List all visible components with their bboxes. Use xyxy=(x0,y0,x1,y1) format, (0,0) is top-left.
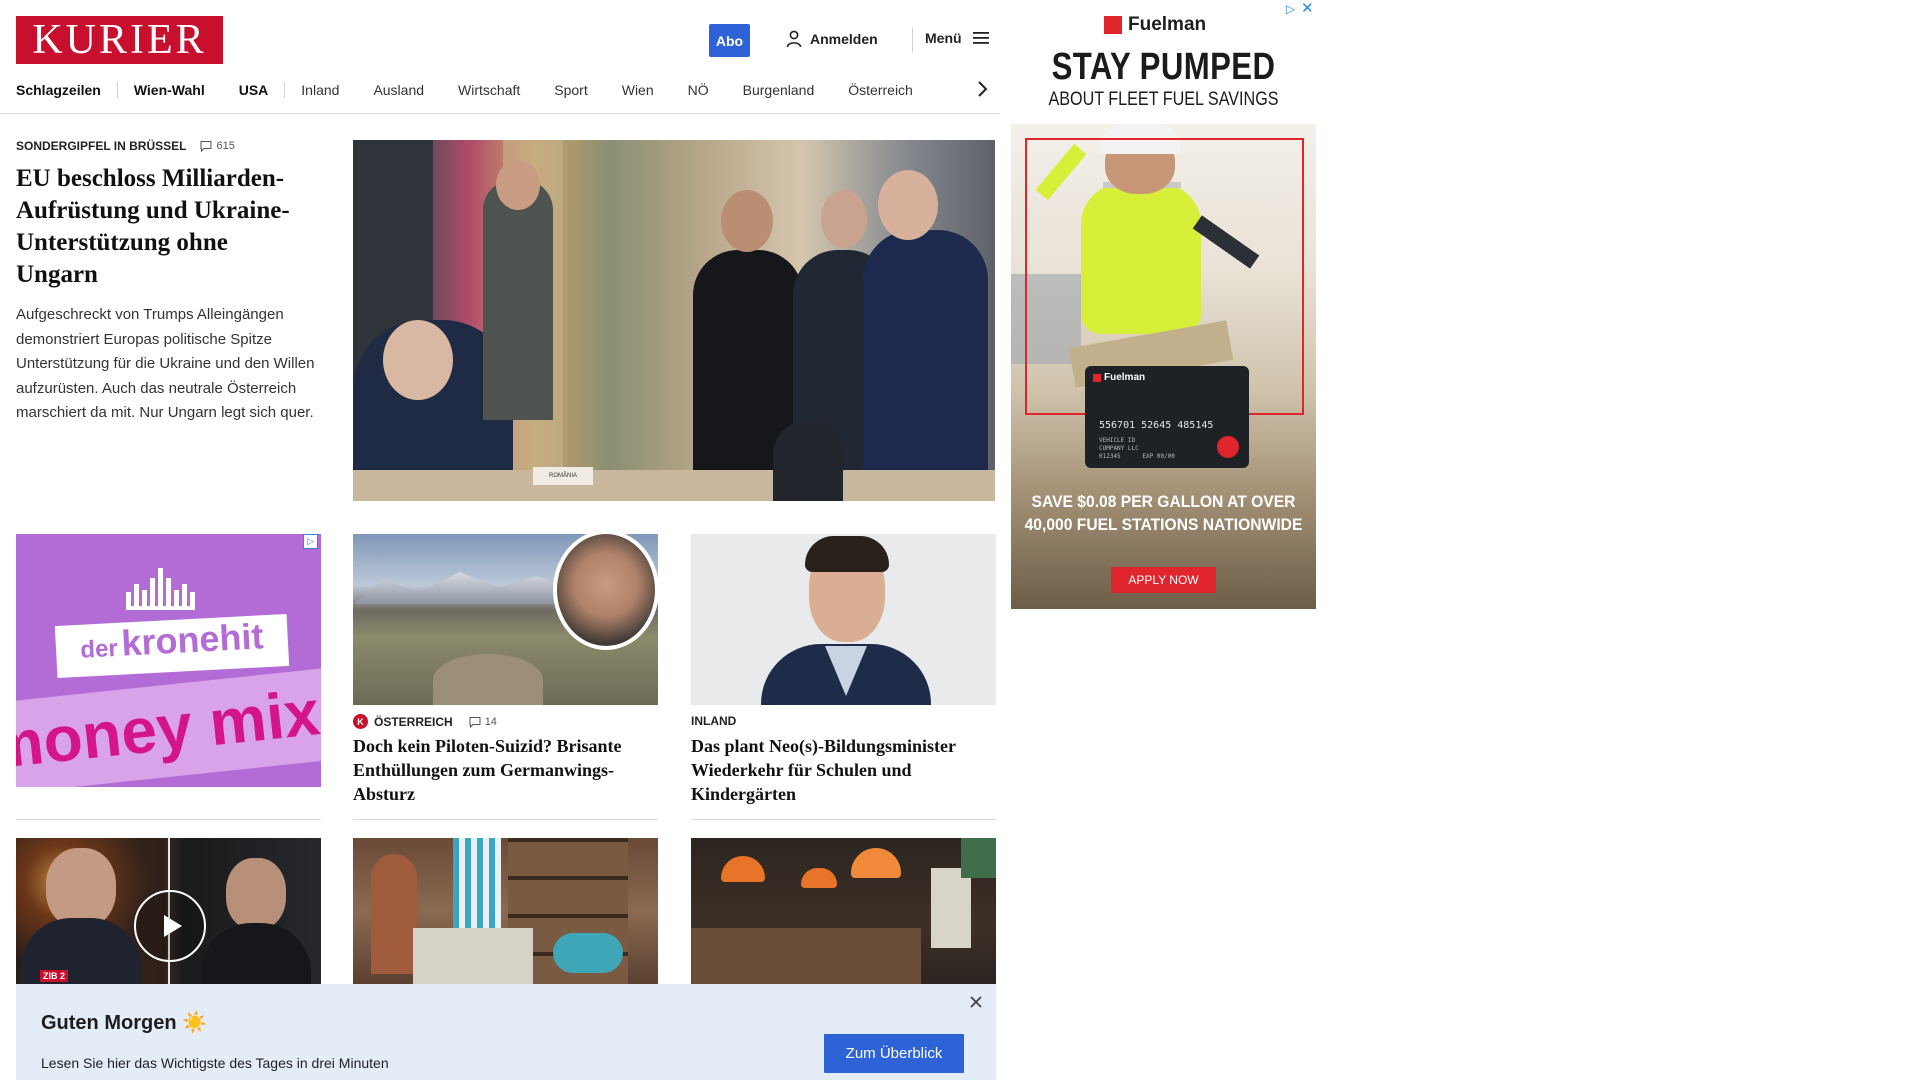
lead-kicker: Sondergipfel in Brüssel xyxy=(16,139,187,153)
nav-item-noe[interactable]: NÖ xyxy=(688,82,709,98)
card-divider xyxy=(353,819,658,820)
close-ad-icon[interactable]: ✕ xyxy=(1301,0,1314,17)
card-germanwings-kicker-row: K Österreich 14 xyxy=(353,714,497,729)
nav-item-oesterreich[interactable]: Österreich xyxy=(848,82,913,98)
banner-title: Guten Morgen ☀️ xyxy=(41,1012,208,1034)
lead-comment-count[interactable]: 615 xyxy=(200,140,235,152)
header-divider xyxy=(912,28,913,52)
fuelman-apply-button[interactable]: APPLY NOW xyxy=(1111,567,1216,593)
card-germanwings-photo[interactable] xyxy=(353,534,658,705)
banner-text: Lesen Sie hier das Wichtigste des Tages … xyxy=(41,1055,389,1071)
card-wiederkehr-kicker-row: Inland xyxy=(691,714,736,728)
user-icon xyxy=(786,30,802,48)
video-card-photo[interactable]: ZIB 2 xyxy=(16,838,321,984)
abo-button[interactable]: Abo xyxy=(709,24,750,57)
nameplate-label: ROMÂNIA xyxy=(533,467,593,485)
kronehit-logo: der kronehit xyxy=(54,613,290,679)
nav-divider xyxy=(284,82,286,98)
lead-kicker-row: Sondergipfel in Brüssel 615 xyxy=(16,139,316,153)
card-line-1: VEHICLE ID xyxy=(1099,437,1136,444)
fuelman-subline: ABOUT FLEET FUEL SAVINGS xyxy=(1048,89,1279,110)
kurier-plus-badge: K xyxy=(353,714,368,729)
card-brand: Fuelman xyxy=(1104,372,1146,383)
nav-divider xyxy=(116,82,118,98)
fuelman-ad[interactable]: ▷ ✕ Fuelman STAY PUMPED ABOUT FLEET FUEL… xyxy=(1011,0,1316,609)
hamburger-icon xyxy=(972,32,989,44)
lead-photo[interactable]: ROMÂNIA xyxy=(353,140,995,501)
zib2-badge: ZIB 2 xyxy=(40,970,69,982)
lead-headline[interactable]: EU beschloss Milliarden-Aufrüstung und U… xyxy=(16,163,316,291)
nav-item-schlagzeilen[interactable]: Schlagzeilen xyxy=(16,82,101,98)
fuelman-card: Fuelman 556701 52645 485145 VEHICLE ID C… xyxy=(1085,366,1249,468)
interior-photo-1[interactable] xyxy=(353,838,658,984)
card-germanwings-comment-number: 14 xyxy=(484,715,497,728)
kronehit-ad[interactable]: ▷ der kronehit money mix xyxy=(16,534,321,787)
fuelman-brand: Fuelman xyxy=(1128,14,1207,35)
kurier-logo[interactable]: KURIER xyxy=(16,16,223,64)
login-label: Anmelden xyxy=(810,31,878,47)
kronehit-logo-large: kronehit xyxy=(120,615,265,664)
card-wiederkehr-kicker: Inland xyxy=(691,714,737,728)
site-header: KURIER Abo Anmelden Menü Schlagzeilen Wi… xyxy=(0,0,1000,114)
menu-label: Menü xyxy=(925,30,962,46)
menu-button[interactable]: Menü xyxy=(925,30,990,46)
adchoices-icon[interactable]: ▷ xyxy=(303,534,318,549)
comment-icon xyxy=(469,716,481,728)
lead-teaser: Aufgeschreckt von Trumps Alleingängen de… xyxy=(16,306,315,421)
card-number: 556701 52645 485145 xyxy=(1099,420,1214,431)
card-divider xyxy=(16,819,321,820)
card-germanwings-headline[interactable]: Doch kein Piloten-Suizid? Brisante Enthü… xyxy=(353,734,658,806)
nav-item-wien[interactable]: Wien xyxy=(622,82,654,98)
lead-text-block: Sondergipfel in Brüssel 615 EU beschloss… xyxy=(16,139,316,426)
interior-photo-2[interactable] xyxy=(691,838,996,984)
adchoices-icon[interactable]: ▷ xyxy=(1283,1,1298,16)
fuelman-logo: Fuelman xyxy=(1104,14,1206,36)
morning-briefing-banner: Guten Morgen ☀️ Lesen Sie hier das Wicht… xyxy=(16,984,996,1080)
overview-button[interactable]: Zum Überblick xyxy=(824,1034,964,1073)
card-wiederkehr-headline[interactable]: Das plant Neo(s)-Bildungsminister Wieder… xyxy=(691,734,996,806)
nav-item-wirtschaft[interactable]: Wirtschaft xyxy=(458,82,520,98)
nav-item-usa[interactable]: USA xyxy=(239,82,269,98)
close-icon[interactable] xyxy=(968,994,984,1010)
crown-icon xyxy=(126,568,195,610)
chevron-right-icon[interactable] xyxy=(975,79,989,99)
play-icon[interactable] xyxy=(134,890,206,962)
kronehit-logo-small: der xyxy=(79,634,119,664)
card-wiederkehr-photo[interactable] xyxy=(691,534,996,705)
nav-item-wien-wahl[interactable]: Wien-Wahl xyxy=(134,82,205,98)
fuelman-offer: SAVE $0.08 PER GALLON AT OVER 40,000 FUE… xyxy=(1024,492,1303,534)
nav-item-sport[interactable]: Sport xyxy=(554,82,587,98)
fuelman-headline: STAY PUMPED xyxy=(1051,46,1276,88)
card-divider xyxy=(691,819,996,820)
comment-icon xyxy=(200,141,212,152)
card-germanwings-comment-count[interactable]: 14 xyxy=(469,716,497,728)
nav-item-burgenland[interactable]: Burgenland xyxy=(743,82,815,98)
section-nav: Schlagzeilen Wien-Wahl USA Inland Auslan… xyxy=(16,80,913,100)
nav-item-inland[interactable]: Inland xyxy=(301,82,339,98)
login-link[interactable]: Anmelden xyxy=(786,30,878,48)
kronehit-slogan: money mix xyxy=(16,676,321,783)
card-germanwings-kicker: Österreich xyxy=(374,714,453,729)
card-line-2: COMPANY LLC xyxy=(1099,445,1139,452)
card-emblem-icon xyxy=(1217,436,1239,458)
card-line-3: 012345 EXP 00/00 xyxy=(1099,453,1175,460)
lead-comment-number: 615 xyxy=(216,140,235,152)
nav-item-ausland[interactable]: Ausland xyxy=(373,82,424,98)
